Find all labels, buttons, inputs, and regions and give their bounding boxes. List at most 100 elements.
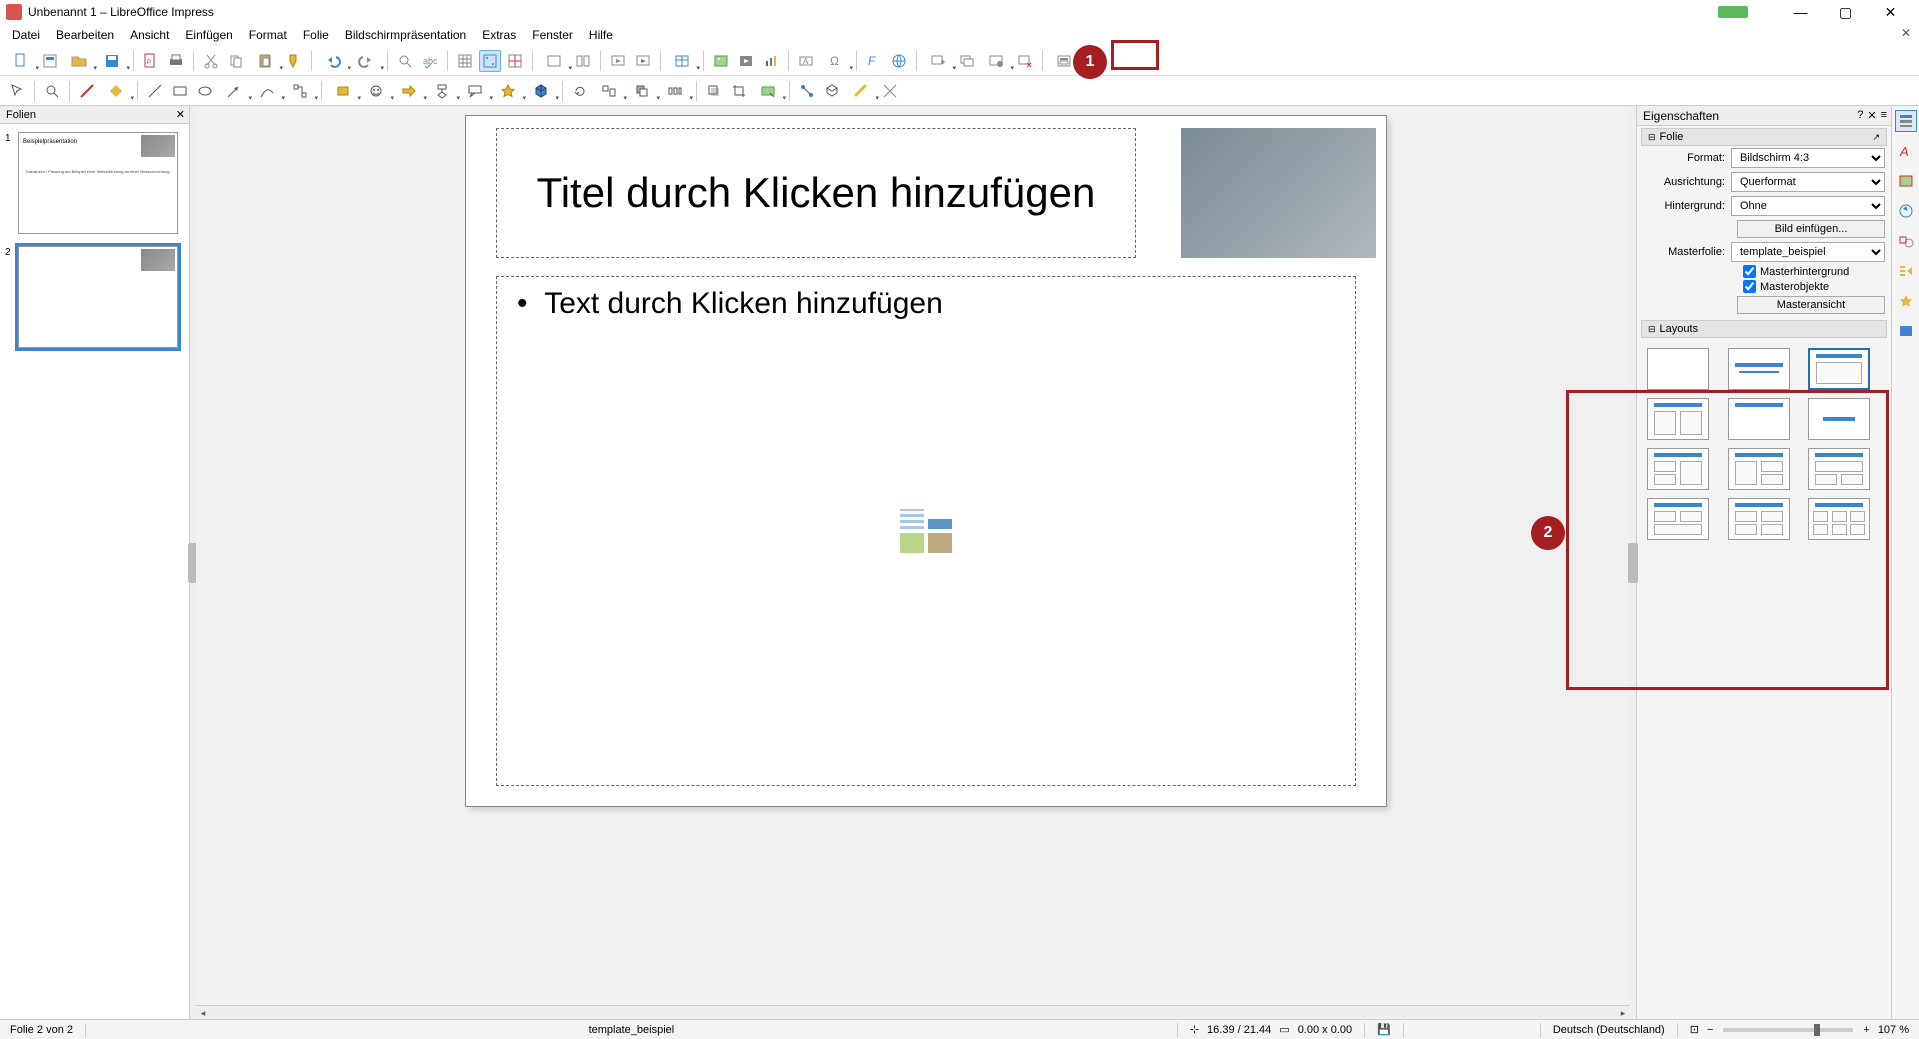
master-button[interactable] — [572, 50, 594, 72]
distribute-button[interactable]: ▾ — [660, 80, 690, 102]
close-doc-button[interactable]: ✕ — [1901, 26, 1911, 40]
flowchart-tool[interactable]: ▾ — [427, 80, 457, 102]
zoom-slider[interactable] — [1723, 1028, 1853, 1032]
view-button[interactable]: ▾ — [539, 50, 569, 72]
tab-gallery[interactable] — [1895, 170, 1917, 192]
masterview-button[interactable]: Masteransicht — [1737, 296, 1885, 314]
tab-properties[interactable] — [1895, 110, 1917, 132]
tab-master[interactable] — [1895, 320, 1917, 342]
close-button[interactable]: ✕ — [1868, 0, 1913, 24]
select-tool[interactable] — [6, 80, 28, 102]
status-save-icon[interactable]: 💾 — [1373, 1023, 1395, 1036]
templates-button[interactable] — [39, 50, 61, 72]
slide-thumb-2[interactable]: 2 — [18, 246, 178, 348]
save-button[interactable]: ▾ — [97, 50, 127, 72]
tab-animation[interactable] — [1895, 290, 1917, 312]
print-button[interactable] — [165, 50, 187, 72]
fill-color-button[interactable]: ▾ — [101, 80, 131, 102]
snap-grid-button[interactable] — [479, 50, 501, 72]
3d-tool[interactable]: ▾ — [526, 80, 556, 102]
layout-title[interactable] — [1728, 348, 1790, 390]
filter-button[interactable]: ▾ — [753, 80, 783, 102]
menu-praesentation[interactable]: Bildschirmpräsentation — [337, 26, 474, 44]
zoom-tool[interactable] — [41, 80, 63, 102]
arrow-tool[interactable]: ▾ — [219, 80, 249, 102]
insert-image-icon[interactable] — [900, 533, 924, 553]
align-button[interactable]: ▾ — [594, 80, 624, 102]
curve-tool[interactable]: ▾ — [252, 80, 282, 102]
find-button[interactable] — [394, 50, 416, 72]
layout-title-content[interactable] — [1808, 348, 1870, 390]
master-select[interactable]: template_beispiel — [1731, 242, 1885, 262]
grid-button[interactable] — [454, 50, 476, 72]
section-slide-header[interactable]: ⊟Folie↗ — [1641, 128, 1887, 146]
crop-button[interactable] — [728, 80, 750, 102]
stars-tool[interactable]: ▾ — [493, 80, 523, 102]
connector-tool[interactable]: ▾ — [285, 80, 315, 102]
callout-tool[interactable]: ▾ — [460, 80, 490, 102]
insert-special-button[interactable]: Ω▾ — [820, 50, 850, 72]
insert-image-button[interactable]: Bild einfügen... — [1737, 220, 1885, 238]
sidebar-menu[interactable]: ≡ — [1881, 109, 1887, 122]
start-from-first-button[interactable] — [607, 50, 629, 72]
content-placeholder[interactable]: • Text durch Klicken hinzufügen — [496, 276, 1356, 786]
guides-button[interactable] — [504, 50, 526, 72]
arrange-button[interactable]: ▾ — [627, 80, 657, 102]
title-placeholder[interactable]: Titel durch Klicken hinzufügen — [496, 128, 1136, 258]
rect-tool[interactable] — [169, 80, 191, 102]
tab-styles[interactable]: A — [1895, 140, 1917, 162]
paste-button[interactable]: ▾ — [250, 50, 280, 72]
slide-properties-button[interactable]: ▾ — [981, 50, 1011, 72]
maximize-button[interactable]: ▢ — [1823, 0, 1868, 24]
tab-navigator[interactable] — [1895, 200, 1917, 222]
block-arrows-tool[interactable]: ▾ — [394, 80, 424, 102]
horizontal-scrollbar[interactable]: ◂ ▸ — [196, 1005, 1630, 1019]
delete-slide-button[interactable] — [1014, 50, 1036, 72]
copy-button[interactable] — [225, 50, 247, 72]
scroll-right[interactable]: ▸ — [1616, 1006, 1630, 1020]
zoom-out[interactable]: − — [1703, 1024, 1717, 1036]
spellcheck-button[interactable]: abc — [419, 50, 441, 72]
status-zoom[interactable]: 107 % — [1874, 1024, 1913, 1036]
menu-format[interactable]: Format — [241, 26, 295, 44]
export-pdf-button[interactable]: P — [140, 50, 162, 72]
new-slide-button[interactable]: ▾ — [923, 50, 953, 72]
symbol-shapes-tool[interactable]: ▾ — [361, 80, 391, 102]
editor-canvas[interactable]: Titel durch Klicken hinzufügen • Text du… — [196, 106, 1630, 1019]
draw-func-button[interactable]: ▾ — [846, 80, 876, 102]
orientation-select[interactable]: Querformat — [1731, 172, 1885, 192]
basic-shapes-tool[interactable]: ▾ — [328, 80, 358, 102]
menu-einfuegen[interactable]: Einfügen — [177, 26, 240, 44]
undo-button[interactable]: ▾ — [318, 50, 348, 72]
insert-chart-icon[interactable] — [928, 509, 952, 529]
insert-chart-button[interactable] — [760, 50, 782, 72]
line-color-button[interactable] — [76, 80, 98, 102]
zoom-in[interactable]: + — [1859, 1024, 1873, 1036]
update-badge[interactable] — [1718, 6, 1748, 18]
clone-format-button[interactable] — [283, 50, 305, 72]
insert-image-button[interactable] — [710, 50, 732, 72]
status-lang[interactable]: Deutsch (Deutschland) — [1549, 1024, 1669, 1036]
menu-extras[interactable]: Extras — [474, 26, 524, 44]
insert-media-button[interactable] — [735, 50, 757, 72]
background-select[interactable]: Ohne — [1731, 196, 1885, 216]
tab-transitions[interactable] — [1895, 260, 1917, 282]
chk-masterobj[interactable] — [1743, 280, 1756, 293]
insert-video-icon[interactable] — [928, 533, 952, 553]
glue-points-button[interactable] — [796, 80, 818, 102]
rotate-button[interactable] — [569, 80, 591, 102]
insert-table-button[interactable]: ▾ — [667, 50, 697, 72]
chk-masterbg[interactable] — [1743, 265, 1756, 278]
zoom-fit[interactable]: ⊡ — [1686, 1023, 1703, 1036]
menu-ansicht[interactable]: Ansicht — [122, 26, 177, 44]
ellipse-tool[interactable] — [194, 80, 216, 102]
menu-bearbeiten[interactable]: Bearbeiten — [48, 26, 122, 44]
hyperlink-button[interactable] — [888, 50, 910, 72]
sidebar-close[interactable]: ✕ — [1867, 109, 1876, 122]
layout-blank[interactable] — [1647, 348, 1709, 390]
open-button[interactable]: ▾ — [64, 50, 94, 72]
menu-datei[interactable]: Datei — [4, 26, 48, 44]
shadow-button[interactable] — [703, 80, 725, 102]
slide-canvas[interactable]: Titel durch Klicken hinzufügen • Text du… — [466, 116, 1386, 806]
line-tool[interactable] — [144, 80, 166, 102]
